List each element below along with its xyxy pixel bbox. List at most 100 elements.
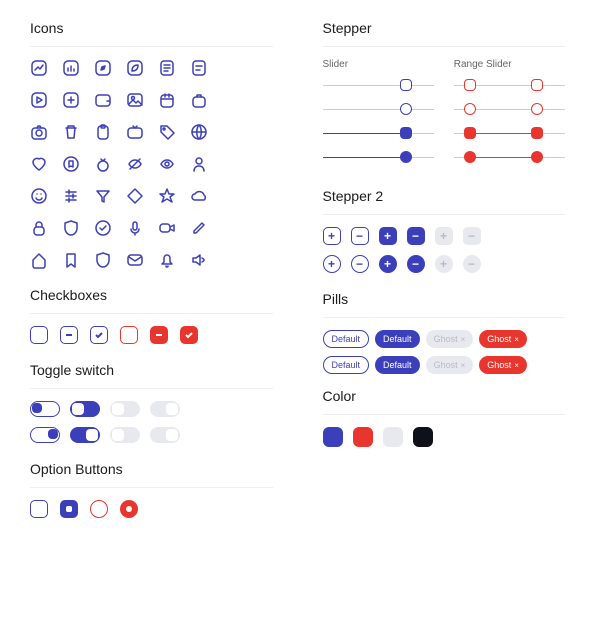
- toggle-title: Toggle switch: [30, 362, 273, 378]
- play-icon: [30, 91, 48, 109]
- checkbox-row: [30, 326, 273, 344]
- ring-icon: [94, 155, 112, 173]
- toggle-gray-off[interactable]: [110, 401, 140, 417]
- stepper2-grid: + − + − + − + − + − + −: [323, 227, 566, 273]
- user-icon: [190, 155, 208, 173]
- icon-grid: [30, 59, 273, 269]
- checkbox-filled-check[interactable]: [180, 326, 198, 344]
- pill-ghost-red[interactable]: Ghost×: [479, 330, 527, 348]
- mic-icon: [126, 219, 144, 237]
- pill-fill[interactable]: Default: [375, 330, 420, 348]
- mail-icon: [126, 251, 144, 269]
- smiley-icon: [30, 187, 48, 205]
- document-icon: [158, 59, 176, 77]
- divider: [323, 214, 566, 215]
- color-title: Color: [323, 388, 566, 404]
- close-icon[interactable]: ×: [461, 361, 466, 370]
- option-radio-checked[interactable]: [120, 500, 138, 518]
- divider: [30, 388, 273, 389]
- eye-off-icon: [126, 155, 144, 173]
- divider: [30, 313, 273, 314]
- clipboard-icon: [94, 123, 112, 141]
- calendar-icon: [158, 91, 176, 109]
- divider: [323, 317, 566, 318]
- lock-icon: [30, 219, 48, 237]
- range-slider-label: Range Slider: [454, 59, 565, 70]
- option-unchecked[interactable]: [30, 500, 48, 518]
- pill-fill-round[interactable]: Default: [375, 356, 420, 374]
- toggle-fill-off[interactable]: [70, 401, 100, 417]
- option-row: [30, 500, 273, 518]
- stepper-title: Stepper: [323, 20, 566, 36]
- stepper-minus-fill[interactable]: −: [407, 227, 425, 245]
- option-checked[interactable]: [60, 500, 78, 518]
- bell-icon: [158, 251, 176, 269]
- icons-title: Icons: [30, 20, 273, 36]
- range-slider-fill-round[interactable]: [454, 150, 565, 164]
- color-row: [323, 427, 566, 447]
- range-slider-fill[interactable]: [454, 126, 565, 140]
- pill-outline[interactable]: Default: [323, 330, 370, 348]
- close-icon[interactable]: ×: [514, 335, 519, 344]
- stepper-minus-disabled-circle: −: [463, 255, 481, 273]
- slider-label: Slider: [323, 59, 434, 70]
- toggle-gray-on[interactable]: [150, 401, 180, 417]
- close-icon[interactable]: ×: [461, 335, 466, 344]
- toggle-outline-off[interactable]: [30, 401, 60, 417]
- divider: [30, 46, 273, 47]
- stepper-plus-outline-circle[interactable]: +: [323, 255, 341, 273]
- slider-round-blue[interactable]: [323, 102, 434, 116]
- wallet-icon: [94, 91, 112, 109]
- star-icon: [158, 187, 176, 205]
- stepper-plus-disabled-circle: +: [435, 255, 453, 273]
- pill-row-1: Default Default Ghost× Ghost×: [323, 330, 566, 348]
- stepper-minus-disabled: −: [463, 227, 481, 245]
- stepper-minus-outline-circle[interactable]: −: [351, 255, 369, 273]
- slider-fill-round-blue[interactable]: [323, 150, 434, 164]
- range-slider-outline[interactable]: [454, 78, 565, 92]
- divider: [323, 414, 566, 415]
- stepper-plus-fill-circle[interactable]: +: [379, 255, 397, 273]
- toggle-fill-on[interactable]: [70, 427, 100, 443]
- pill-ghost-gray[interactable]: Ghost×: [426, 330, 474, 348]
- shield-icon: [62, 219, 80, 237]
- checkbox-unchecked[interactable]: [30, 326, 48, 344]
- divider: [30, 487, 273, 488]
- bookmark-icon: [62, 251, 80, 269]
- checkbox-filled-minus[interactable]: [150, 326, 168, 344]
- stepper2-title: Stepper 2: [323, 188, 566, 204]
- range-slider-round[interactable]: [454, 102, 565, 116]
- toggle-outline-on[interactable]: [30, 427, 60, 443]
- slider-fill-blue[interactable]: [323, 126, 434, 140]
- pill-ghost-gray-round[interactable]: Ghost×: [426, 356, 474, 374]
- tv-icon: [126, 123, 144, 141]
- cloud-icon: [190, 187, 208, 205]
- swatch-red: [353, 427, 373, 447]
- plus-icon: [62, 91, 80, 109]
- checkbox-indeterminate[interactable]: [60, 326, 78, 344]
- close-icon[interactable]: ×: [514, 361, 519, 370]
- stepper-minus-outline[interactable]: −: [351, 227, 369, 245]
- toggle-gray-off-2[interactable]: [110, 427, 140, 443]
- option-radio-unchecked[interactable]: [90, 500, 108, 518]
- briefcase-icon: [190, 91, 208, 109]
- volume-icon: [190, 251, 208, 269]
- toggle-gray-on-2[interactable]: [150, 427, 180, 443]
- video-icon: [158, 219, 176, 237]
- stepper-plus-outline[interactable]: +: [323, 227, 341, 245]
- stepper-minus-fill-circle[interactable]: −: [407, 255, 425, 273]
- pill-ghost-red-round[interactable]: Ghost×: [479, 356, 527, 374]
- filter-icon: [94, 187, 112, 205]
- pill-outline-round[interactable]: Default: [323, 356, 370, 374]
- toggle-grid: [30, 401, 273, 443]
- pills-title: Pills: [323, 291, 566, 307]
- checkbox-checked[interactable]: [90, 326, 108, 344]
- slider-outline-blue[interactable]: [323, 78, 434, 92]
- check-circle-icon: [94, 219, 112, 237]
- swatch-blue: [323, 427, 343, 447]
- checkbox-error[interactable]: [120, 326, 138, 344]
- edit-icon: [190, 219, 208, 237]
- swatch-black: [413, 427, 433, 447]
- stepper-plus-fill[interactable]: +: [379, 227, 397, 245]
- tag-icon: [158, 123, 176, 141]
